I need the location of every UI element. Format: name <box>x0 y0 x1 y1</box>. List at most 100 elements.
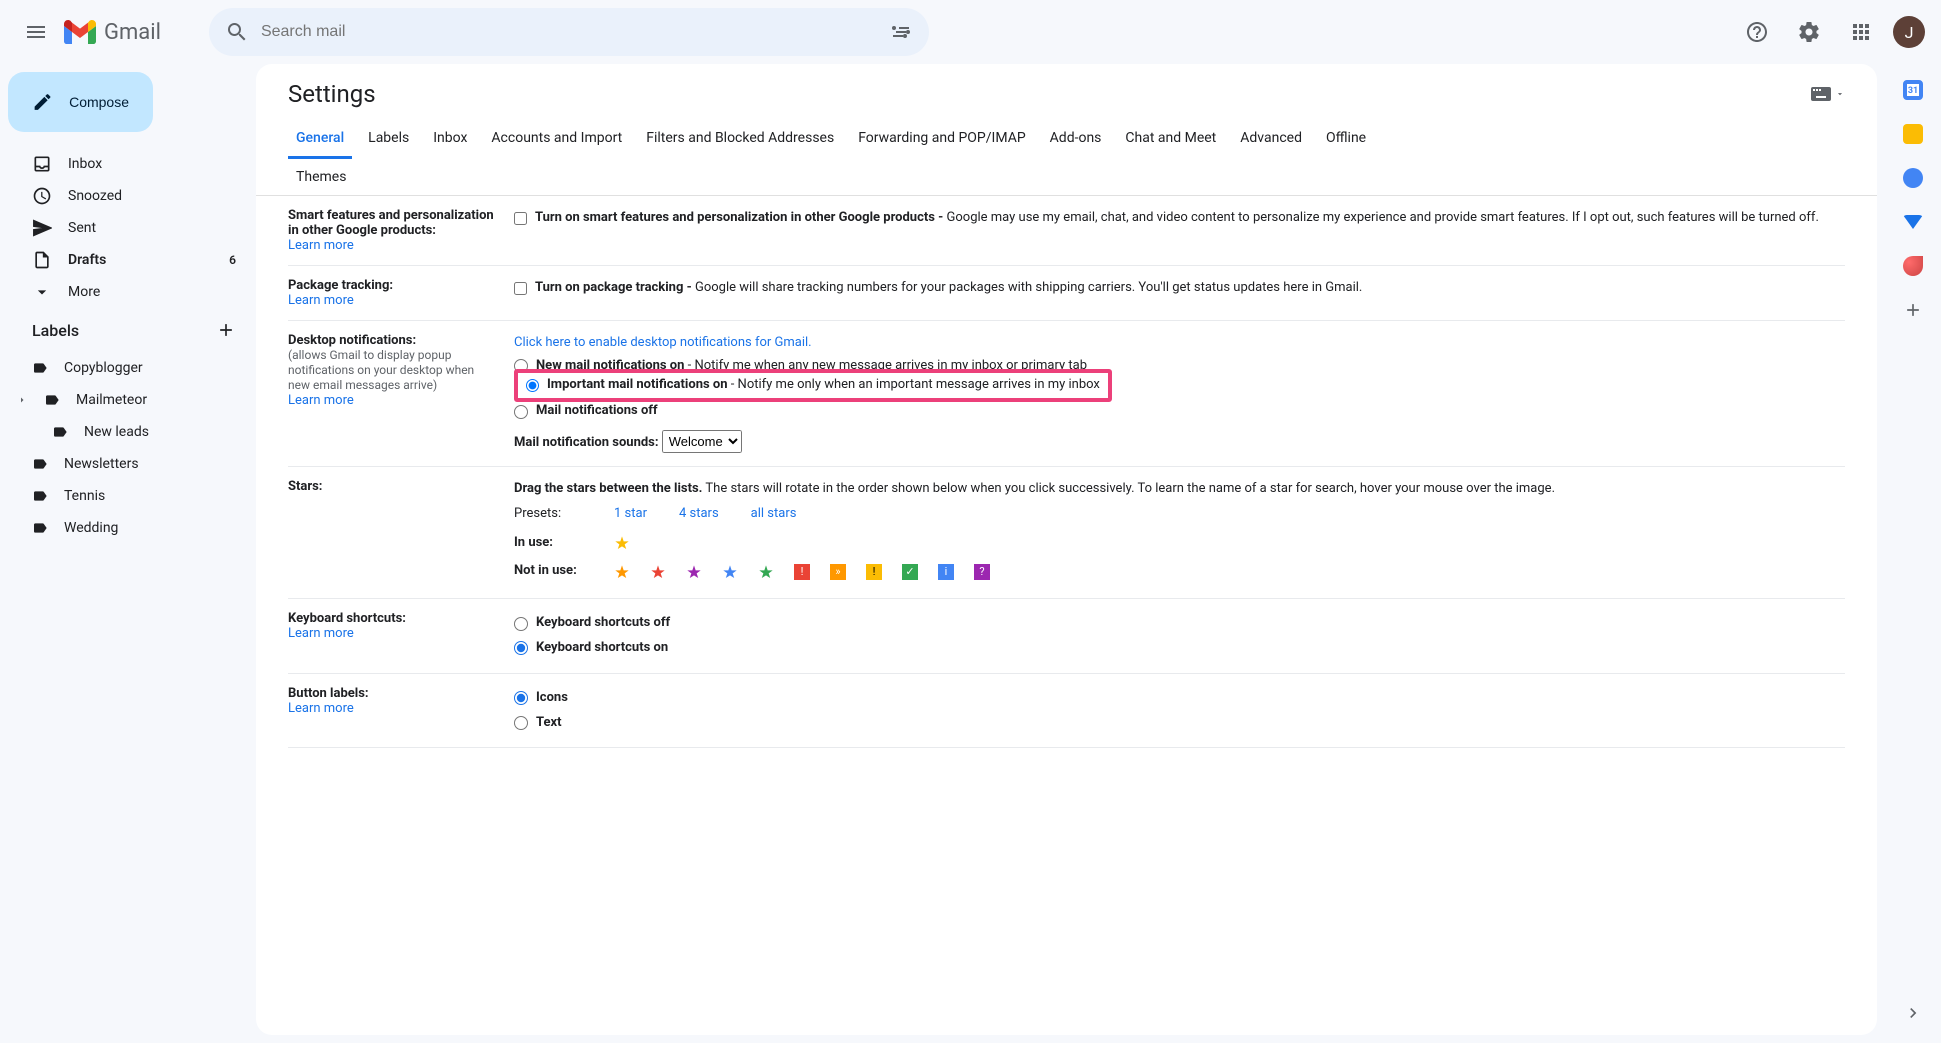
nav-snoozed[interactable]: Snoozed <box>8 180 248 212</box>
blue-info-icon[interactable]: i <box>938 564 954 580</box>
pencil-icon <box>32 90 53 114</box>
star-green-icon[interactable] <box>758 564 774 580</box>
search-options-icon[interactable] <box>889 20 913 44</box>
preset-all-stars[interactable]: all stars <box>751 504 797 525</box>
nav-more[interactable]: More <box>8 276 248 308</box>
setting-keyboard-shortcuts: Keyboard shortcuts:Learn more Keyboard s… <box>288 599 1845 674</box>
notif-important-highlight: Important mail notifications on - Notify… <box>514 369 1112 402</box>
purple-question-icon[interactable]: ? <box>974 564 990 580</box>
red-bang-icon[interactable]: ! <box>794 564 810 580</box>
enable-notifications-link[interactable]: Click here to enable desktop notificatio… <box>514 335 812 350</box>
tab-forwarding[interactable]: Forwarding and POP/IMAP <box>850 120 1033 159</box>
add-apps-button[interactable] <box>1903 300 1923 320</box>
label-mailmeteor[interactable]: Mailmeteor <box>8 384 248 416</box>
caret-right-icon[interactable] <box>16 394 28 406</box>
tab-inbox[interactable]: Inbox <box>425 120 475 159</box>
setting-button-labels: Button labels:Learn more Icons Text <box>288 674 1845 749</box>
preset-1-star[interactable]: 1 star <box>614 504 647 525</box>
label-icon <box>32 456 48 472</box>
tab-accounts[interactable]: Accounts and Import <box>483 120 630 159</box>
label-icon <box>52 424 68 440</box>
file-icon <box>32 250 52 270</box>
clock-icon <box>32 186 52 206</box>
green-check-icon[interactable]: ✓ <box>902 564 918 580</box>
header-actions: J <box>1737 12 1925 52</box>
hamburger-icon <box>24 20 48 44</box>
tab-general[interactable]: General <box>288 120 352 159</box>
setting-smart-features: Smart features and personalization in ot… <box>288 196 1845 266</box>
star-orange-icon[interactable] <box>614 564 630 580</box>
label-new-leads[interactable]: New leads <box>8 416 248 448</box>
smart-features-learn-more[interactable]: Learn more <box>288 238 354 253</box>
google-apps-button[interactable] <box>1841 12 1881 52</box>
help-icon <box>1745 20 1769 44</box>
label-tennis[interactable]: Tennis <box>8 480 248 512</box>
setting-desktop-notifications: Desktop notifications: (allows Gmail to … <box>288 321 1845 467</box>
tab-filters[interactable]: Filters and Blocked Addresses <box>638 120 842 159</box>
send-icon <box>32 218 52 238</box>
nav-drafts[interactable]: Drafts6 <box>8 244 248 276</box>
package-tracking-learn-more[interactable]: Learn more <box>288 293 354 308</box>
label-copyblogger[interactable]: Copyblogger <box>8 352 248 384</box>
nav-inbox[interactable]: Inbox <box>8 148 248 180</box>
settings-tabs: General Labels Inbox Accounts and Import… <box>256 120 1877 196</box>
star-yellow-icon[interactable] <box>614 535 630 551</box>
app-header: Gmail J <box>0 0 1941 64</box>
plus-icon[interactable] <box>216 320 236 340</box>
yellow-bang-icon[interactable]: ! <box>866 564 882 580</box>
side-panel: 31 <box>1885 64 1941 1043</box>
settings-main: Settings General Labels Inbox Accounts a… <box>256 64 1877 1035</box>
tab-offline[interactable]: Offline <box>1318 120 1374 159</box>
keyboard-off-radio[interactable] <box>514 617 528 631</box>
gear-icon <box>1797 20 1821 44</box>
chevron-down-icon <box>32 282 52 302</box>
input-tools-button[interactable] <box>1811 87 1845 101</box>
account-avatar[interactable]: J <box>1893 16 1925 48</box>
apps-grid-icon <box>1849 20 1873 44</box>
gmail-logo-text: Gmail <box>104 20 161 45</box>
star-red-icon[interactable] <box>650 564 666 580</box>
label-icon <box>44 392 60 408</box>
chevron-right-icon <box>1903 1003 1923 1023</box>
calendar-app-icon[interactable]: 31 <box>1903 80 1923 100</box>
keyboard-icon <box>1811 87 1831 101</box>
tab-addons[interactable]: Add-ons <box>1042 120 1110 159</box>
preset-4-stars[interactable]: 4 stars <box>679 504 719 525</box>
smart-features-checkbox[interactable] <box>514 212 527 225</box>
search-bar[interactable] <box>209 8 929 56</box>
star-blue-icon[interactable] <box>722 564 738 580</box>
tab-labels[interactable]: Labels <box>360 120 417 159</box>
button-labels-text-radio[interactable] <box>514 716 528 730</box>
notif-important-radio[interactable] <box>526 379 539 392</box>
tab-themes[interactable]: Themes <box>288 159 1837 195</box>
notifications-learn-more[interactable]: Learn more <box>288 393 354 408</box>
tab-chat[interactable]: Chat and Meet <box>1117 120 1224 159</box>
label-newsletters[interactable]: Newsletters <box>8 448 248 480</box>
compose-button[interactable]: Compose <box>8 72 153 132</box>
button-labels-learn-more[interactable]: Learn more <box>288 701 354 716</box>
button-labels-icons-radio[interactable] <box>514 691 528 705</box>
support-button[interactable] <box>1737 12 1777 52</box>
nav-sent[interactable]: Sent <box>8 212 248 244</box>
main-menu-button[interactable] <box>16 12 56 52</box>
orange-arrow-icon[interactable]: » <box>830 564 846 580</box>
keyboard-learn-more[interactable]: Learn more <box>288 626 354 641</box>
contacts-app-icon[interactable] <box>1903 215 1923 229</box>
gmail-logo[interactable]: Gmail <box>64 20 161 45</box>
keep-app-icon[interactable] <box>1903 124 1923 144</box>
package-tracking-checkbox[interactable] <box>514 282 527 295</box>
show-side-panel-button[interactable] <box>1903 1003 1923 1027</box>
keyboard-on-radio[interactable] <box>514 641 528 655</box>
sidebar: Compose Inbox Snoozed Sent Drafts6 More … <box>0 64 256 1043</box>
tab-advanced[interactable]: Advanced <box>1232 120 1310 159</box>
setting-stars: Stars: Drag the stars between the lists.… <box>288 467 1845 599</box>
settings-title: Settings <box>288 80 376 108</box>
notif-off-radio[interactable] <box>514 405 528 419</box>
meteor-app-icon[interactable] <box>1903 256 1923 276</box>
notif-sound-select[interactable]: Welcome <box>662 430 742 453</box>
tasks-app-icon[interactable] <box>1903 168 1923 188</box>
settings-button[interactable] <box>1789 12 1829 52</box>
search-input[interactable] <box>261 23 877 41</box>
star-purple-icon[interactable] <box>686 564 702 580</box>
label-wedding[interactable]: Wedding <box>8 512 248 544</box>
